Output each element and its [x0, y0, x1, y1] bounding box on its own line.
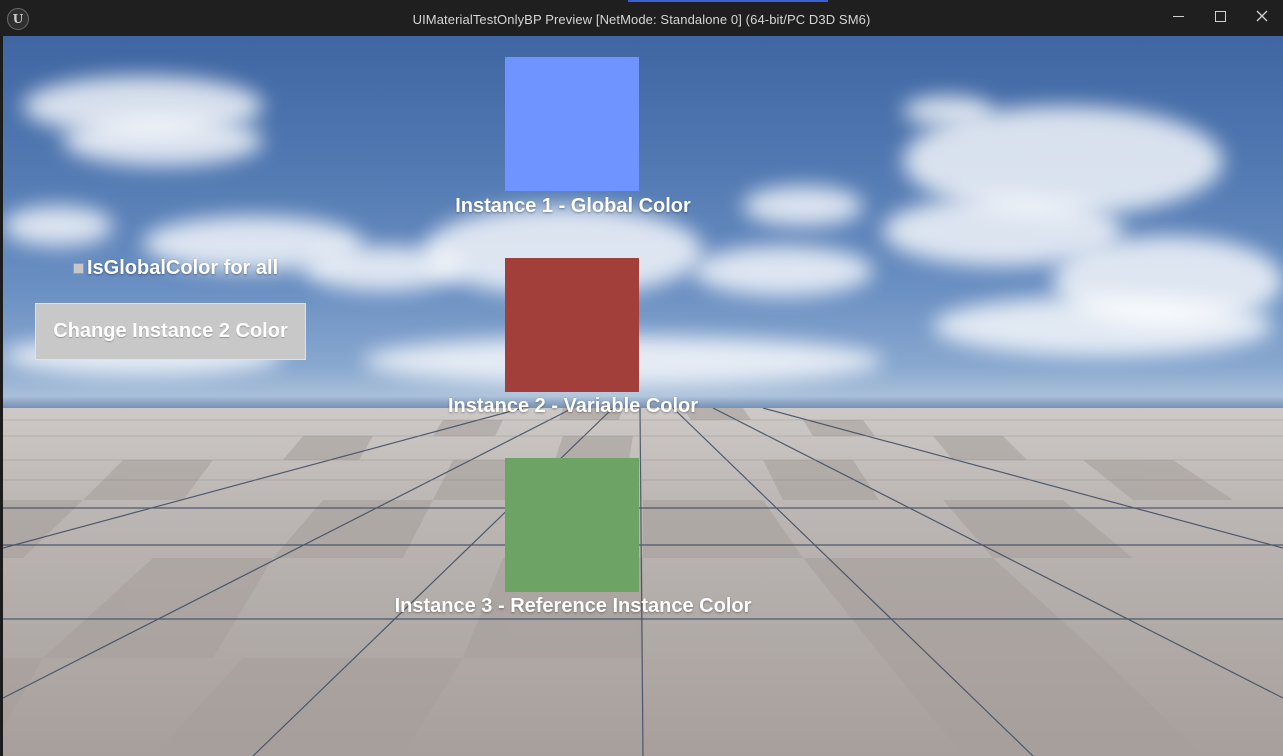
minimize-icon — [1172, 15, 1184, 17]
instance-1-label: Instance 1 - Global Color — [455, 195, 691, 217]
title-bar[interactable]: U UIMaterialTestOnlyBP Preview [NetMode:… — [0, 0, 1283, 36]
close-icon — [1256, 10, 1268, 22]
maximize-icon — [1214, 10, 1226, 22]
instance-3-color-swatch — [505, 458, 639, 592]
instance-3-label: Instance 3 - Reference Instance Color — [394, 595, 752, 617]
window-title: UIMaterialTestOnlyBP Preview [NetMode: S… — [412, 12, 871, 27]
change-instance-2-color-button[interactable]: Change Instance 2 Color — [35, 303, 306, 360]
checkered-floor — [3, 408, 1283, 756]
is-global-color-checkbox[interactable] — [73, 263, 84, 274]
close-button[interactable] — [1241, 0, 1283, 32]
is-global-color-toggle[interactable]: IsGlobalColor for all — [73, 256, 278, 280]
instance-1-color-swatch — [505, 57, 639, 191]
focus-accent-line — [628, 0, 828, 2]
instance-2-color-swatch — [505, 258, 639, 392]
game-preview-window: U UIMaterialTestOnlyBP Preview [NetMode:… — [0, 0, 1283, 756]
game-viewport[interactable]: IsGlobalColor for all Change Instance 2 … — [3, 36, 1283, 756]
maximize-button[interactable] — [1199, 0, 1241, 32]
minimize-button[interactable] — [1157, 0, 1199, 32]
is-global-color-label: IsGlobalColor for all — [87, 257, 279, 279]
instance-2-label: Instance 2 - Variable Color — [447, 395, 699, 417]
